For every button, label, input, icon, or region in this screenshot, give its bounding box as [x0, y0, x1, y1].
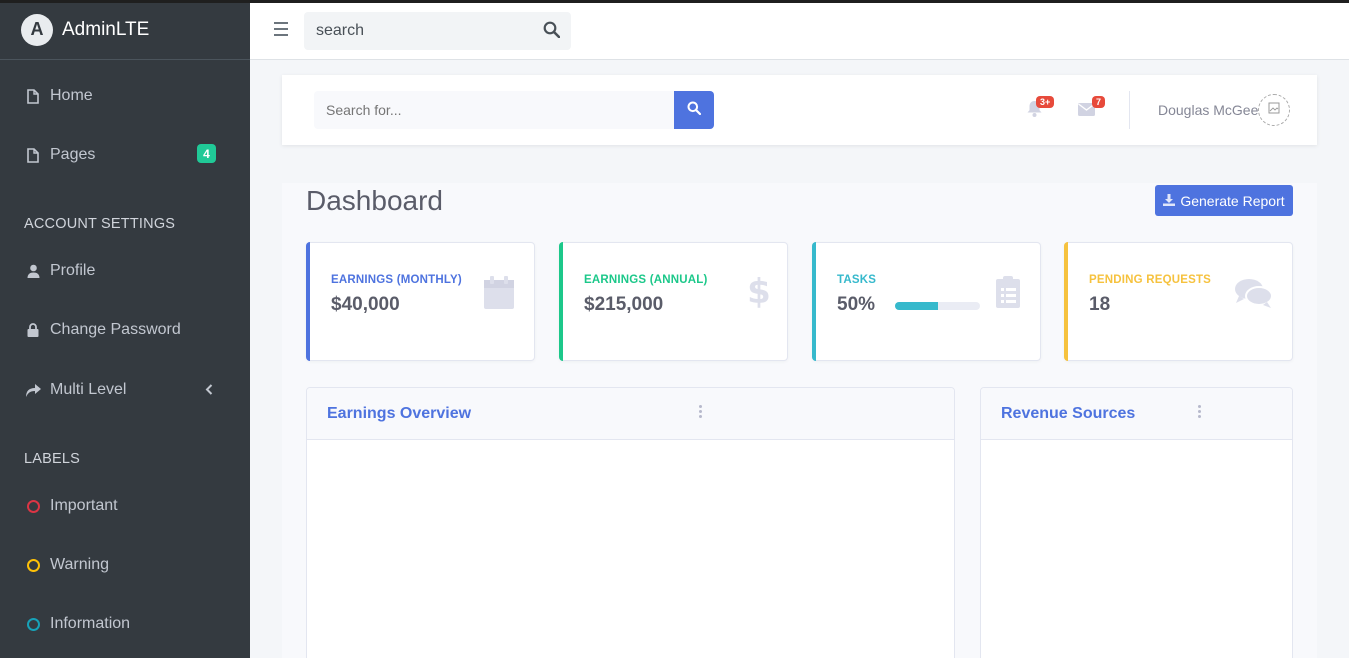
sidebar-item-label: Important: [50, 497, 118, 514]
topbar-divider: [1129, 91, 1130, 129]
svg-text:$: $: [749, 273, 769, 309]
stat-card-earnings-annual: EARNINGS (ANNUAL) $215,000 $: [559, 242, 788, 361]
sidebar-item-profile[interactable]: Profile: [0, 251, 250, 291]
sidebar-item-information[interactable]: Information: [0, 604, 250, 644]
generate-report-button[interactable]: Generate Report: [1155, 185, 1293, 216]
stat-card-pending-requests: PENDING REQUESTS 18: [1064, 242, 1293, 361]
stat-accent-bar: [1064, 242, 1068, 361]
card-header: Earnings Overview: [307, 388, 954, 440]
sidebar-item-change-password[interactable]: Change Password: [0, 310, 250, 350]
stat-value: 18: [1089, 294, 1111, 315]
account-settings-header: ACCOUNT SETTINGS: [24, 216, 176, 232]
sidebar-item-home[interactable]: Home: [0, 76, 250, 116]
stat-accent-bar: [812, 242, 816, 361]
stat-value: 50%: [837, 294, 876, 315]
card-title: Revenue Sources: [1001, 405, 1136, 422]
dollar-icon: $: [747, 272, 771, 314]
search-icon: [687, 101, 702, 120]
revenue-sources-card: Revenue Sources: [980, 387, 1293, 658]
alerts-dropdown[interactable]: 3+: [1027, 96, 1055, 122]
brand-link[interactable]: A AdminLTE: [0, 0, 250, 60]
sidebar: A AdminLTE Home Pages 4 ACCOUNT SETTINGS…: [0, 0, 250, 658]
user-icon: [25, 264, 41, 278]
sidebar-item-label: Multi Level: [50, 381, 127, 398]
sidebar-item-label: Warning: [50, 556, 109, 573]
more-options-icon[interactable]: [1198, 405, 1202, 420]
stat-label: EARNINGS (ANNUAL): [584, 274, 708, 286]
circle-info-icon: [25, 617, 41, 631]
content-topbar: 3+ 7 Douglas McGee: [282, 75, 1317, 145]
sidebar-item-pages[interactable]: Pages 4: [0, 135, 250, 175]
sidebar-item-important[interactable]: Important: [0, 486, 250, 526]
share-icon: [25, 383, 41, 397]
labels-header: LABELS: [24, 451, 81, 467]
messages-count-badge: 7: [1092, 96, 1106, 108]
image-placeholder-icon: [1268, 101, 1280, 119]
dashboard-content: Dashboard Generate Report EARNINGS (MONT…: [282, 183, 1317, 658]
messages-dropdown[interactable]: 7: [1078, 96, 1106, 121]
stat-label: TASKS: [837, 274, 877, 286]
pages-count-badge: 4: [197, 144, 216, 163]
download-icon: [1163, 193, 1176, 209]
sidebar-item-warning[interactable]: Warning: [0, 545, 250, 585]
tasks-progress-fill: [895, 302, 938, 310]
sidebar-item-label: Profile: [50, 262, 96, 279]
navbar-search-input[interactable]: [304, 22, 529, 40]
topbar-search-button[interactable]: [674, 91, 714, 129]
user-name[interactable]: Douglas McGee: [1158, 102, 1258, 118]
chevron-left-icon[interactable]: [205, 382, 213, 398]
more-options-icon[interactable]: [699, 405, 703, 420]
sidebar-item-label: Home: [50, 87, 93, 104]
file-icon: [25, 88, 41, 104]
sidebar-item-multi-level[interactable]: Multi Level: [0, 370, 250, 410]
sidebar-item-label: Information: [50, 615, 131, 632]
stat-value: $40,000: [331, 294, 400, 315]
topbar-search: [314, 91, 674, 129]
stat-accent-bar: [306, 242, 310, 361]
stat-label: PENDING REQUESTS: [1089, 274, 1212, 286]
stat-card-tasks: TASKS 50%: [812, 242, 1041, 361]
earnings-overview-card: Earnings Overview: [306, 387, 955, 658]
card-title: Earnings Overview: [327, 405, 472, 422]
brand-logo: A: [21, 13, 53, 46]
top-navbar: [250, 3, 1349, 60]
navbar-search: [304, 12, 571, 50]
avatar[interactable]: [1258, 94, 1290, 126]
stat-card-earnings-monthly: EARNINGS (MONTHLY) $40,000: [306, 242, 535, 361]
search-icon[interactable]: [543, 21, 561, 43]
sidebar-item-label: Change Password: [50, 321, 181, 338]
stat-value: $215,000: [584, 294, 664, 315]
card-header: Revenue Sources: [981, 388, 1292, 440]
comments-icon: [1235, 278, 1273, 313]
circle-danger-icon: [25, 499, 41, 513]
circle-warning-icon: [25, 558, 41, 572]
page-title: Dashboard: [306, 185, 443, 216]
alerts-count-badge: 3+: [1036, 96, 1055, 108]
topbar-search-input[interactable]: [314, 91, 654, 129]
sidebar-item-label: Pages: [50, 146, 96, 163]
stat-label: EARNINGS (MONTHLY): [331, 274, 462, 286]
brand-name: AdminLTE: [62, 18, 150, 40]
window-top-border: [0, 0, 1349, 3]
lock-icon: [25, 323, 41, 337]
stat-accent-bar: [559, 242, 563, 361]
clipboard-icon: [996, 276, 1020, 313]
hamburger-menu-icon[interactable]: [274, 22, 288, 40]
generate-report-label: Generate Report: [1180, 192, 1285, 209]
file-icon: [25, 147, 41, 163]
tasks-progress-bar: [895, 302, 980, 310]
calendar-icon: [484, 276, 514, 314]
